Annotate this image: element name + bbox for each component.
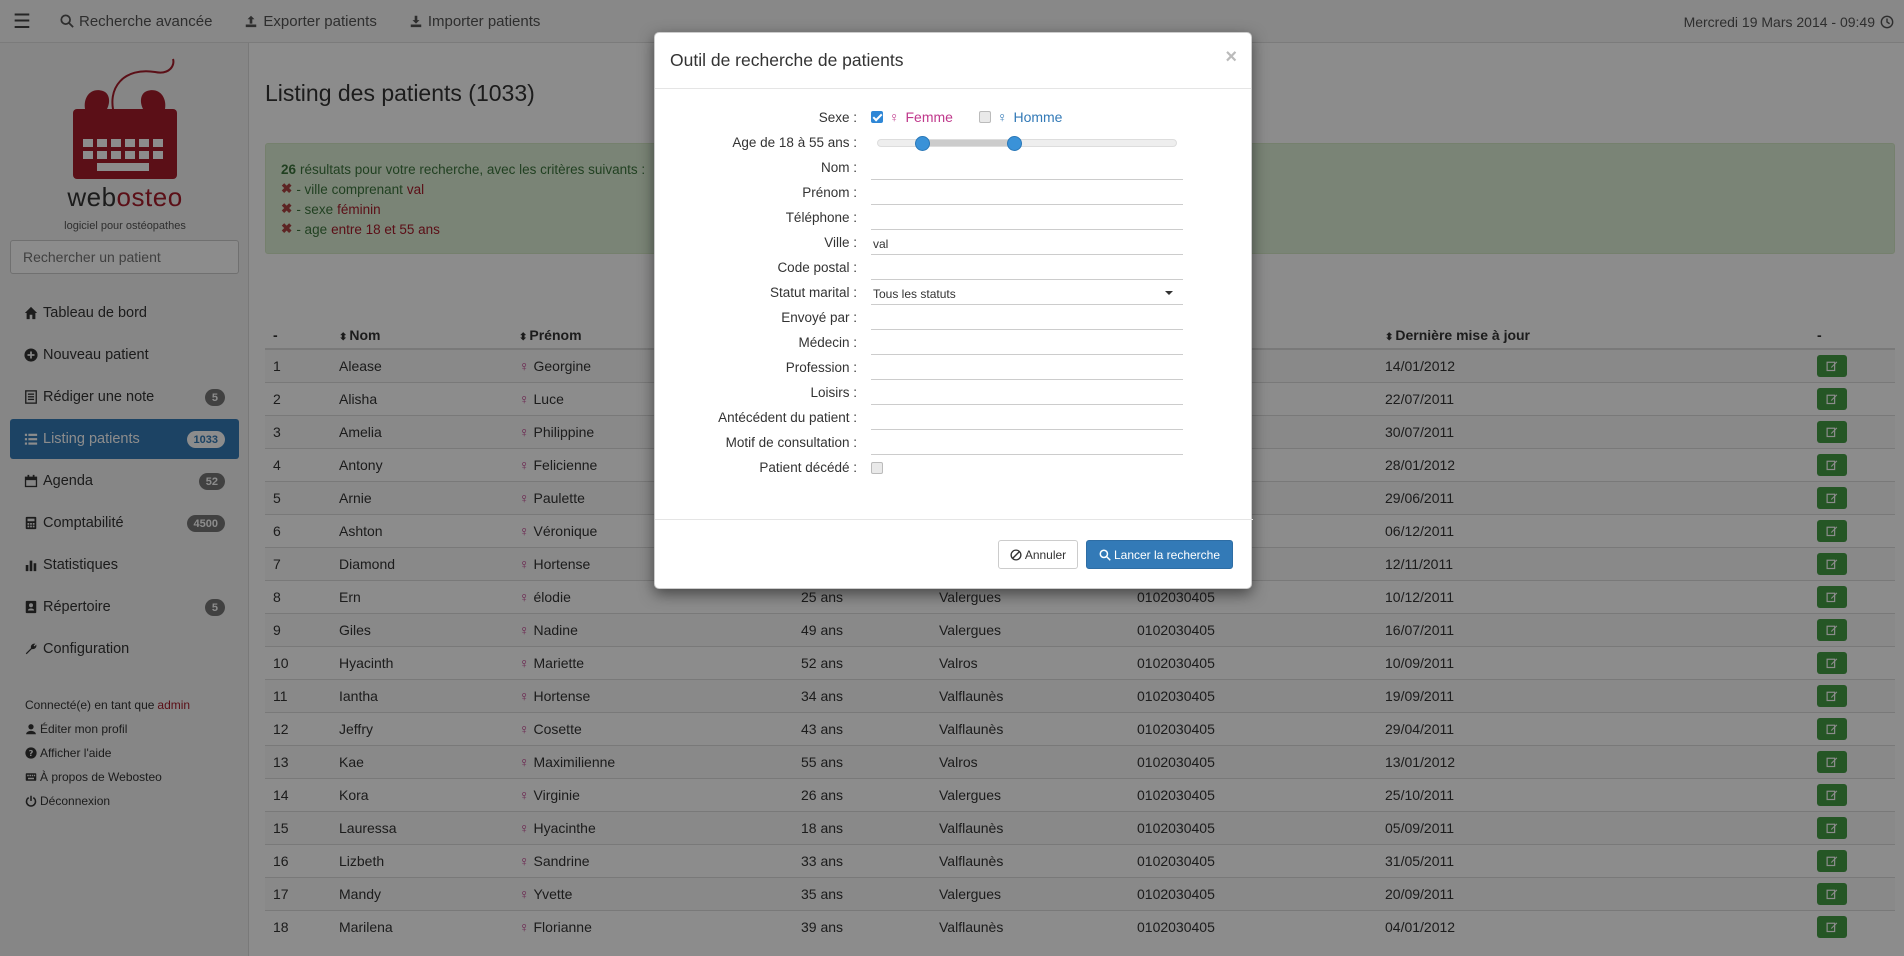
launch-search-label: Lancer la recherche xyxy=(1113,547,1221,562)
age-range-slider[interactable] xyxy=(877,136,1177,151)
nom-row: Nom : xyxy=(655,156,1253,181)
profession-input[interactable] xyxy=(871,358,1183,380)
envoye-par-row: Envoyé par : xyxy=(655,306,1253,331)
launch-search-button[interactable]: Lancer la recherche xyxy=(1086,540,1233,569)
envoye-par-input[interactable] xyxy=(871,308,1183,330)
ville-input[interactable]: val xyxy=(871,233,1183,255)
age-range-fill xyxy=(922,140,1014,146)
loisirs-label: Loisirs : xyxy=(810,385,857,400)
age-label: Age de 18 à 55 ans : xyxy=(732,135,857,150)
medecin-label: Médecin : xyxy=(798,335,857,350)
statut-marital-select[interactable]: Tous les statuts xyxy=(871,283,1183,305)
homme-checkbox[interactable] xyxy=(978,111,991,123)
sexe-label: Sexe : xyxy=(818,110,857,125)
deceased-label: Patient décédé : xyxy=(759,460,857,475)
modal-footer: Annuler Lancer la recherche xyxy=(655,519,1253,589)
close-icon[interactable]: × xyxy=(1225,46,1237,69)
femme-checkbox[interactable] xyxy=(871,111,883,123)
prenom-row: Prénom : xyxy=(655,181,1253,206)
cancel-icon xyxy=(1010,548,1022,561)
code-postal-label: Code postal : xyxy=(777,260,857,275)
caret-down-icon xyxy=(1165,291,1173,295)
code-postal-input[interactable] xyxy=(871,258,1183,280)
profession-label: Profession : xyxy=(785,360,857,375)
envoye-par-label: Envoyé par : xyxy=(781,310,857,325)
nom-label: Nom : xyxy=(820,160,857,175)
loisirs-input[interactable] xyxy=(871,383,1183,405)
telephone-label: Téléphone : xyxy=(785,210,857,225)
ville-value: val xyxy=(873,237,889,251)
statut-marital-value: Tous les statuts xyxy=(873,287,956,301)
cancel-label: Annuler xyxy=(1024,547,1067,562)
statut-marital-label: Statut marital : xyxy=(769,285,857,300)
female-icon: ♀ xyxy=(889,109,900,125)
antecedent-input[interactable] xyxy=(871,408,1183,430)
nom-input[interactable] xyxy=(871,158,1183,180)
modal-header: Outil de recherche de patients × xyxy=(655,33,1251,89)
medecin-row: Médecin : xyxy=(655,331,1253,356)
medecin-input[interactable] xyxy=(871,333,1183,355)
ville-label: Ville : xyxy=(824,235,857,250)
prenom-label: Prénom : xyxy=(802,185,857,200)
femme-label: Femme xyxy=(905,109,953,125)
motif-consultation-label: Motif de consultation : xyxy=(725,435,857,450)
deceased-checkbox[interactable] xyxy=(871,462,883,474)
motif-consultation-row: Motif de consultation : xyxy=(655,431,1253,456)
code-postal-row: Code postal : xyxy=(655,256,1253,281)
male-icon: ♀ xyxy=(996,109,1008,125)
telephone-row: Téléphone : xyxy=(655,206,1253,231)
profession-row: Profession : xyxy=(655,356,1253,381)
age-min-handle[interactable] xyxy=(915,136,930,151)
antecedent-row: Antécédent du patient : xyxy=(655,406,1253,431)
age-row: Age de 18 à 55 ans : xyxy=(655,131,1253,156)
cancel-button[interactable]: Annuler xyxy=(998,540,1078,569)
homme-label: Homme xyxy=(1013,109,1063,125)
motif-consultation-input[interactable] xyxy=(871,433,1183,455)
ville-row: Ville : val xyxy=(655,231,1253,256)
sexe-options: ♀ Femme ♀ Homme xyxy=(871,109,1062,125)
loisirs-row: Loisirs : xyxy=(655,381,1253,406)
antecedent-label: Antécédent du patient : xyxy=(718,410,857,425)
deceased-row: Patient décédé : xyxy=(655,456,1253,481)
sexe-row: Sexe : ♀ Femme ♀ Homme xyxy=(655,106,1253,131)
modal-title: Outil de recherche de patients xyxy=(670,50,904,70)
age-max-handle[interactable] xyxy=(1007,136,1022,151)
prenom-input[interactable] xyxy=(871,183,1183,205)
statut-marital-row: Statut marital : Tous les statuts xyxy=(655,281,1253,306)
telephone-input[interactable] xyxy=(871,208,1183,230)
patient-search-modal: Outil de recherche de patients × Sexe : … xyxy=(654,32,1253,589)
search-icon xyxy=(1099,549,1111,561)
